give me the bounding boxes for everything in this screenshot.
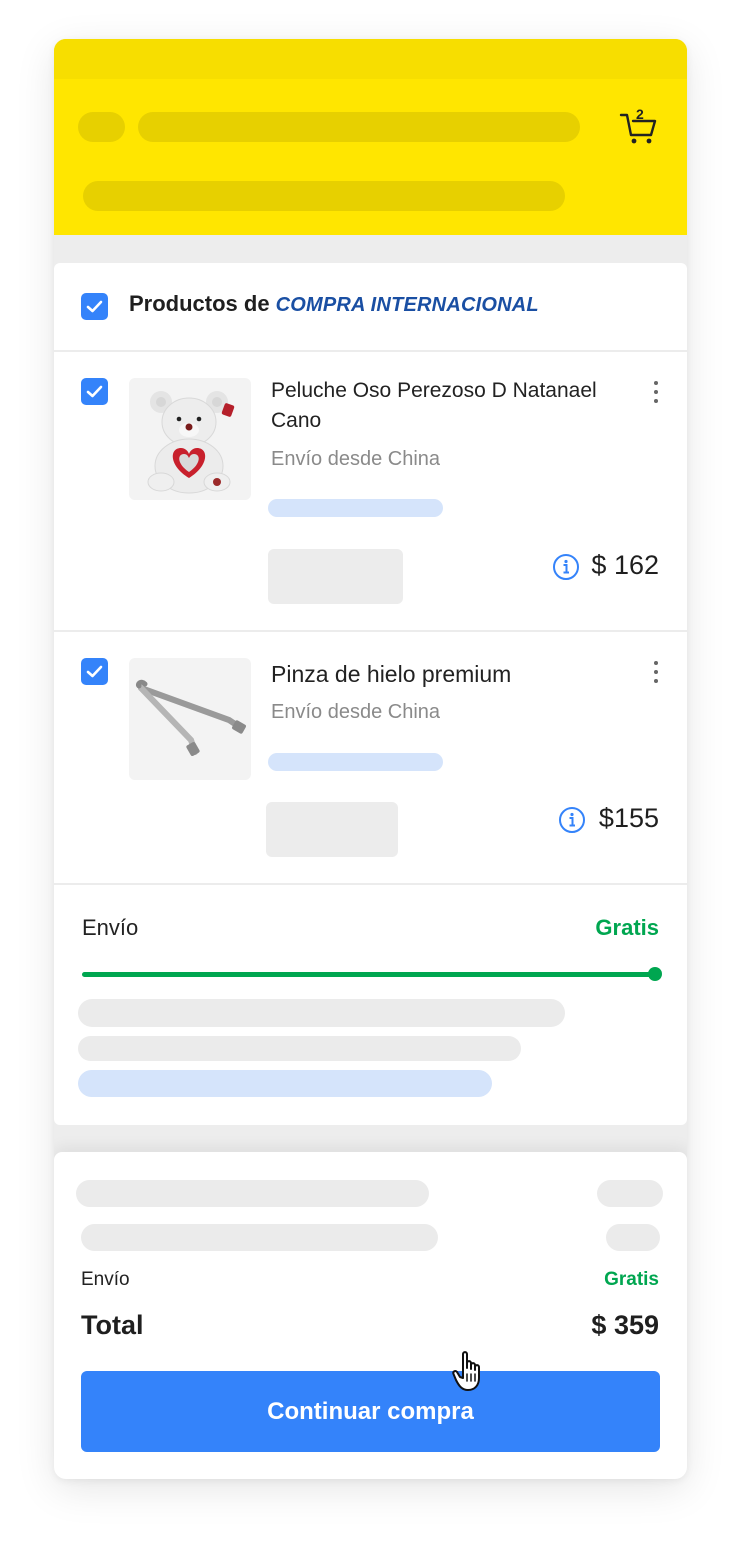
free-shipping-progress-bar xyxy=(82,972,655,977)
ice-tongs-image xyxy=(136,679,246,756)
product-title[interactable]: Peluche Oso Perezoso D Natanael Cano xyxy=(271,376,636,436)
shipping-origin: Envío desde China xyxy=(271,448,441,470)
search-bar-skeleton[interactable] xyxy=(138,112,580,142)
cart-card: Productos de COMPRA INTERNACIONAL Peluch… xyxy=(54,263,687,1125)
shipping-skeleton-link[interactable] xyxy=(78,1070,492,1097)
product-image-teddy-bear[interactable] xyxy=(129,378,251,500)
hand-pointer-cursor-icon xyxy=(452,1350,488,1394)
progress-end-dot xyxy=(648,967,662,981)
section-title: Productos de COMPRA INTERNACIONAL xyxy=(129,291,539,317)
order-summary: Envío Gratis Total $ 359 Continuar compr… xyxy=(54,1152,687,1479)
total-label: Total xyxy=(81,1310,144,1340)
shipping-free-label: Gratis xyxy=(595,915,659,940)
more-options-icon[interactable] xyxy=(653,661,659,687)
check-icon xyxy=(86,665,103,678)
info-icon[interactable] xyxy=(558,806,586,834)
summary-skeleton-label xyxy=(81,1224,438,1251)
summary-shipping-value: Gratis xyxy=(604,1269,659,1290)
header-skeleton-left xyxy=(78,112,125,142)
divider xyxy=(54,630,687,632)
info-icon[interactable] xyxy=(552,553,580,581)
location-bar-skeleton[interactable] xyxy=(83,181,565,211)
cart-count-badge: 2 xyxy=(636,106,644,122)
section-checkbox[interactable] xyxy=(81,293,108,320)
status-bar xyxy=(54,39,687,79)
summary-skeleton-label xyxy=(76,1180,429,1207)
shipping-origin: Envío desde China xyxy=(271,701,441,723)
app-frame: 2 Productos de COMPRA INTERNACIONAL Pelu… xyxy=(54,39,687,1479)
continue-purchase-label: Continuar compra xyxy=(267,1398,474,1425)
shipping-label: Envío xyxy=(82,915,139,940)
product-skeleton-line xyxy=(268,753,443,771)
shipping-skeleton-line xyxy=(78,999,565,1027)
divider xyxy=(54,883,687,885)
international-label: COMPRA INTERNACIONAL xyxy=(275,294,539,316)
quantity-selector[interactable] xyxy=(268,549,403,604)
cart-icon[interactable]: 2 xyxy=(619,106,659,145)
shipping-skeleton-line xyxy=(78,1036,521,1061)
product-checkbox[interactable] xyxy=(81,378,108,405)
product-price: $155 xyxy=(598,803,659,833)
divider xyxy=(54,350,687,352)
product-price: $ 162 xyxy=(591,550,659,580)
product-checkbox[interactable] xyxy=(81,658,108,685)
continue-purchase-button[interactable]: Continuar compra xyxy=(81,1371,660,1452)
quantity-selector[interactable] xyxy=(266,802,398,857)
product-title[interactable]: Pinza de hielo premium xyxy=(271,659,636,689)
more-options-icon[interactable] xyxy=(653,381,659,407)
header: 2 xyxy=(54,39,687,235)
summary-skeleton-value xyxy=(606,1224,660,1251)
total-value: $ 359 xyxy=(591,1310,659,1340)
product-image-ice-tongs[interactable] xyxy=(129,658,251,780)
summary-shipping-label: Envío xyxy=(81,1269,130,1290)
teddy-bear-image xyxy=(147,391,235,494)
product-skeleton-line xyxy=(268,499,443,517)
summary-skeleton-value xyxy=(597,1180,663,1207)
check-icon xyxy=(86,385,103,398)
check-icon xyxy=(86,300,103,313)
section-title-prefix: Productos de xyxy=(129,291,270,316)
